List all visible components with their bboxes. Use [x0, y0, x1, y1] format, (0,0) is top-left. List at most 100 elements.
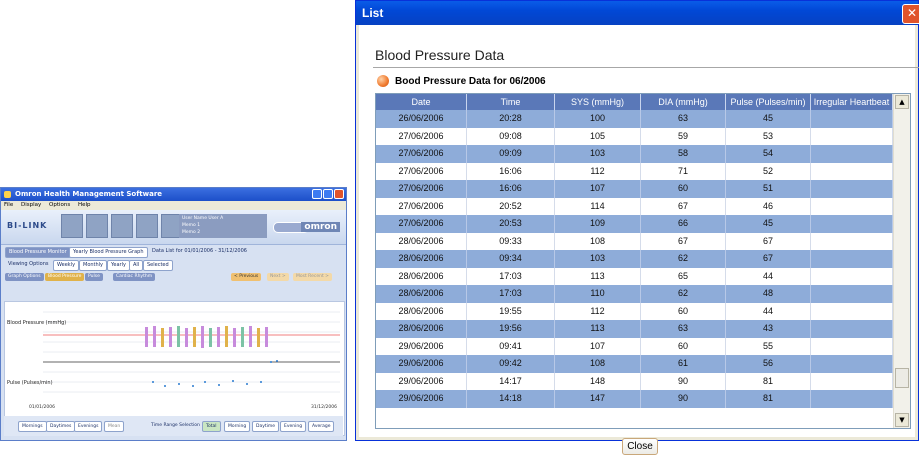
cell-pulse: 51	[726, 180, 811, 198]
cell-irregular	[811, 337, 893, 355]
next-button[interactable]: Next >	[267, 273, 289, 281]
table-row[interactable]: 26/06/2006 20:28 100 63 45	[376, 110, 893, 128]
cell-time: 16:06	[467, 180, 555, 198]
vertical-scrollbar[interactable]: ▲ ▼	[893, 94, 910, 428]
scroll-thumb[interactable]	[895, 368, 909, 388]
table-row[interactable]: 27/06/2006 20:53 109 66 45	[376, 215, 893, 233]
toolbar-icon-3[interactable]	[111, 214, 133, 238]
table-row[interactable]: 28/06/2006 17:03 110 62 48	[376, 285, 893, 303]
background-window-title: Omron Health Management Software	[15, 190, 163, 198]
cell-pulse: 67	[726, 232, 811, 250]
cell-time: 09:34	[467, 250, 555, 268]
toolbar-icon-2[interactable]	[86, 214, 108, 238]
period-yearly[interactable]: Yearly	[107, 260, 130, 271]
cell-dia: 71	[641, 162, 726, 180]
col-header-sys[interactable]: SYS (mmHg)	[555, 94, 641, 110]
tab-row: Blood Pressure Monitor Yearly Blood Pres…	[1, 245, 346, 258]
cell-pulse: 45	[726, 215, 811, 233]
range-average[interactable]: Average	[308, 421, 335, 432]
cell-irregular	[811, 162, 893, 180]
list-dialog: List ✕ Blood Pressure Data Bood Pressure…	[355, 0, 919, 455]
cell-time: 09:33	[467, 232, 555, 250]
data-table[interactable]: Date Time SYS (mmHg) DIA (mmHg) Pulse (P…	[375, 93, 911, 429]
toolbar-icon-4[interactable]	[136, 214, 158, 238]
legend-daytimes[interactable]: Daytimes	[46, 421, 76, 432]
user-name-value: User A	[208, 216, 224, 221]
table-row[interactable]: 28/06/2006 09:34 103 62 67	[376, 250, 893, 268]
maximize-icon[interactable]	[323, 189, 333, 199]
period-weekly[interactable]: Weekly	[53, 260, 80, 271]
cell-irregular	[811, 232, 893, 250]
table-row[interactable]: 27/06/2006 16:06 107 60 51	[376, 180, 893, 198]
bp-graph-tab[interactable]: Blood Pressure	[45, 273, 85, 281]
col-header-date[interactable]: Date	[376, 94, 467, 110]
table-row[interactable]: 28/06/2006 19:55 112 60 44	[376, 302, 893, 320]
data-list-label[interactable]: Data List for 01/01/2006 - 31/12/2006	[149, 247, 250, 256]
cardiac-graph-tab[interactable]: Cardiac Rhythm	[113, 273, 156, 281]
minimize-icon[interactable]	[312, 189, 322, 199]
table-row[interactable]: 29/06/2006 09:42 108 61 56	[376, 355, 893, 373]
cell-dia: 62	[641, 250, 726, 268]
scroll-down-icon[interactable]: ▼	[895, 413, 909, 427]
bp-axis-label: Blood Pressure (mmHg)	[7, 320, 66, 326]
range-morning[interactable]: Morning	[224, 421, 251, 432]
orange-bullet-icon	[377, 75, 389, 87]
table-row[interactable]: 27/06/2006 09:09 103 58 54	[376, 145, 893, 163]
page-title: Blood Pressure Data	[375, 47, 505, 63]
cell-date: 29/06/2006	[376, 355, 467, 373]
range-evening[interactable]: Evening	[280, 421, 307, 432]
bp-bars	[145, 326, 268, 348]
range-daytime[interactable]: Daytime	[252, 421, 280, 432]
legend-evenings[interactable]: Evenings	[74, 421, 103, 432]
table-row[interactable]: 27/06/2006 09:08 105 59 53	[376, 127, 893, 145]
background-menubar: File Display Options Help	[1, 201, 346, 210]
table-row[interactable]: 28/06/2006 19:56 113 63 43	[376, 320, 893, 338]
cell-time: 20:53	[467, 215, 555, 233]
background-app-window[interactable]: Omron Health Management Software File Di…	[0, 187, 347, 441]
col-header-dia[interactable]: DIA (mmHg)	[641, 94, 726, 110]
dialog-titlebar[interactable]: List	[356, 1, 918, 25]
cell-date: 27/06/2006	[376, 180, 467, 198]
section-subheading: Bood Pressure Data for 06/2006	[377, 75, 546, 87]
pulse-graph-tab[interactable]: Pulse	[85, 273, 103, 281]
tab-yearly-graph[interactable]: Yearly Blood Pressure Graph	[69, 247, 148, 258]
period-all[interactable]: All	[129, 260, 144, 271]
cell-dia: 63	[641, 320, 726, 338]
col-header-time[interactable]: Time	[467, 94, 555, 110]
tab-bp-monitor[interactable]: Blood Pressure Monitor	[5, 247, 71, 258]
cell-pulse: 48	[726, 285, 811, 303]
scroll-up-icon[interactable]: ▲	[895, 95, 909, 109]
background-titlebar[interactable]: Omron Health Management Software	[1, 188, 346, 201]
toolbar-icon-1[interactable]	[61, 214, 83, 238]
cell-irregular	[811, 127, 893, 145]
period-monthly[interactable]: Monthly	[79, 260, 108, 271]
range-total[interactable]: Total	[202, 421, 221, 432]
table-row[interactable]: 29/06/2006 14:17 148 90 81	[376, 372, 893, 390]
previous-button[interactable]: < Previous	[231, 273, 262, 281]
table-row[interactable]: 28/06/2006 17:03 113 65 44	[376, 267, 893, 285]
period-selected[interactable]: Selected	[143, 260, 173, 271]
toolbar-icons	[61, 214, 183, 238]
cell-pulse: 81	[726, 372, 811, 390]
menu-file[interactable]: File	[4, 202, 13, 208]
legend-mornings[interactable]: Mornings	[18, 421, 47, 432]
col-header-pulse[interactable]: Pulse (Pulses/min)	[726, 94, 811, 110]
table-row[interactable]: 29/06/2006 14:18 147 90 81	[376, 390, 893, 408]
most-recent-button[interactable]: Most Recent >	[293, 273, 332, 281]
menu-options[interactable]: Options	[49, 202, 70, 208]
window-controls	[312, 189, 344, 199]
table-row[interactable]: 29/06/2006 09:41 107 60 55	[376, 337, 893, 355]
table-row[interactable]: 27/06/2006 20:52 114 67 46	[376, 197, 893, 215]
menu-help[interactable]: Help	[78, 202, 91, 208]
menu-display[interactable]: Display	[21, 202, 41, 208]
table-row[interactable]: 28/06/2006 09:33 108 67 67	[376, 232, 893, 250]
close-icon[interactable]	[334, 189, 344, 199]
cell-pulse: 55	[726, 337, 811, 355]
legend-mean[interactable]: Mean	[104, 421, 125, 432]
table-row[interactable]: 27/06/2006 16:06 112 71 52	[376, 162, 893, 180]
col-header-irregular[interactable]: Irregular Heartbeat	[811, 94, 893, 110]
dialog-close-icon[interactable]: ✕	[902, 4, 919, 24]
graph-options-tab[interactable]: Graph Options	[5, 273, 44, 281]
bottom-controls: Mornings Daytimes Evenings Mean Time Ran…	[4, 416, 343, 436]
cell-date: 26/06/2006	[376, 110, 467, 128]
